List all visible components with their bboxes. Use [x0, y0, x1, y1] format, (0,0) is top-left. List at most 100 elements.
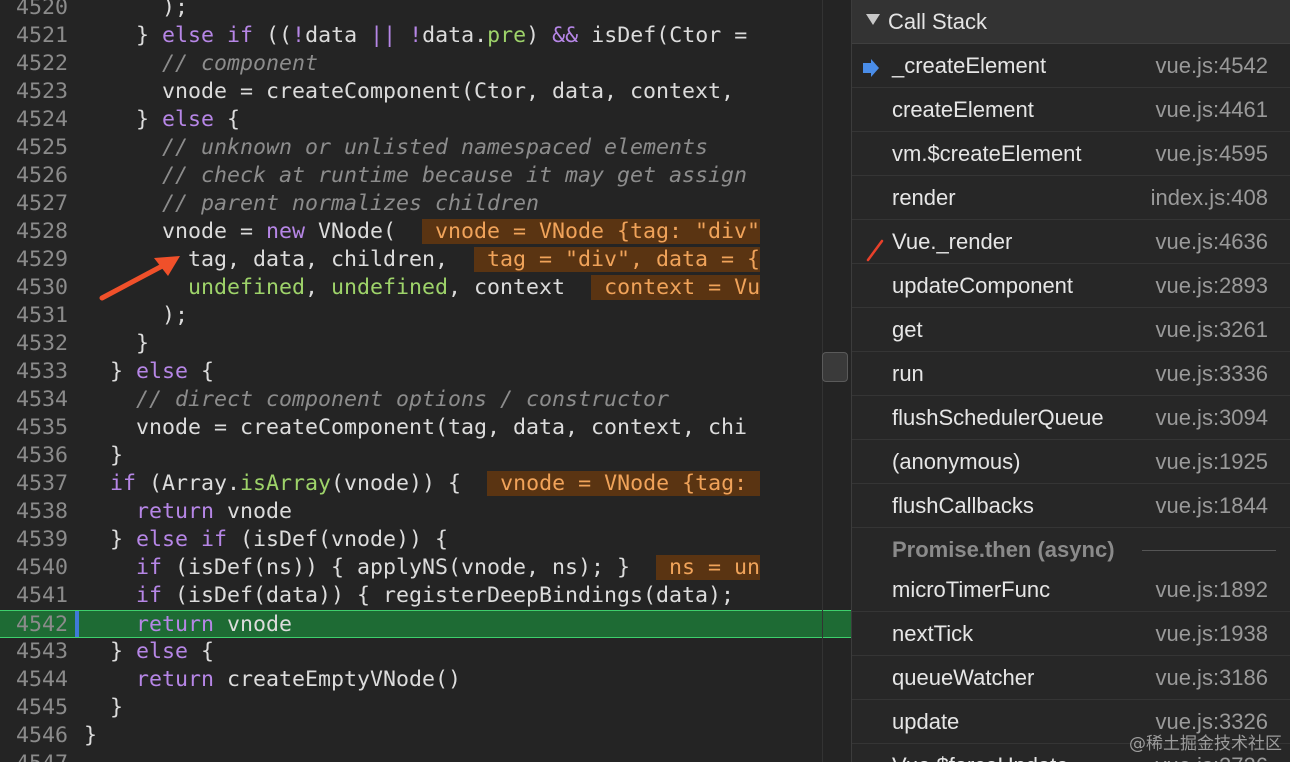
code-line[interactable]: 4523 vnode = createComponent(Ctor, data,…: [0, 78, 851, 106]
frame-location-link[interactable]: vue.js:3261: [1155, 317, 1268, 343]
line-number[interactable]: 4541: [0, 582, 68, 610]
code-line[interactable]: 4547: [0, 750, 851, 762]
line-number[interactable]: 4527: [0, 190, 68, 218]
line-number[interactable]: 4535: [0, 414, 68, 442]
line-number[interactable]: 4526: [0, 162, 68, 190]
frame-location-link[interactable]: vue.js:2893: [1155, 273, 1268, 299]
call-frame[interactable]: vm.$createElement vue.js:4595: [852, 132, 1290, 176]
code-line[interactable]: 4541 if (isDef(data)) { registerDeepBind…: [0, 582, 851, 610]
code-line[interactable]: 4526 // check at runtime because it may …: [0, 162, 851, 190]
code-line[interactable]: 4537 if (Array.isArray(vnode)) { vnode =…: [0, 470, 851, 498]
line-number[interactable]: 4533: [0, 358, 68, 386]
line-number[interactable]: 4530: [0, 274, 68, 302]
code-line[interactable]: 4531 );: [0, 302, 851, 330]
code-token: }: [84, 331, 150, 356]
call-stack-header[interactable]: Call Stack: [852, 0, 1290, 44]
line-number[interactable]: 4536: [0, 442, 68, 470]
line-number[interactable]: 4543: [0, 638, 68, 666]
line-number[interactable]: 4532: [0, 330, 68, 358]
inline-value[interactable]: tag = "div", data = {: [474, 247, 761, 272]
code-line[interactable]: 4522 // component: [0, 50, 851, 78]
code-line[interactable]: 4521 } else if ((!data || !data.pre) && …: [0, 22, 851, 50]
frame-location-link[interactable]: vue.js:4636: [1155, 229, 1268, 255]
frame-location-link[interactable]: index.js:408: [1151, 185, 1268, 211]
code-line[interactable]: 4543 } else {: [0, 638, 851, 666]
code-text: }: [84, 722, 97, 750]
call-frame[interactable]: createElement vue.js:4461: [852, 88, 1290, 132]
inline-value[interactable]: ns = un: [656, 555, 761, 580]
line-number[interactable]: 4522: [0, 50, 68, 78]
line-number[interactable]: 4540: [0, 554, 68, 582]
frame-location-link[interactable]: vue.js:3186: [1155, 665, 1268, 691]
call-frame[interactable]: updateComponent vue.js:2893: [852, 264, 1290, 308]
code-line[interactable]: 4527 // parent normalizes children: [0, 190, 851, 218]
line-number[interactable]: 4547: [0, 750, 68, 762]
code-line[interactable]: 4520 );: [0, 0, 851, 22]
line-number[interactable]: 4545: [0, 694, 68, 722]
line-number[interactable]: 4528: [0, 218, 68, 246]
call-frame-current[interactable]: _createElement vue.js:4542: [852, 44, 1290, 88]
line-number[interactable]: 4521: [0, 22, 68, 50]
code-line[interactable]: 4544 return createEmptyVNode(): [0, 666, 851, 694]
call-frame[interactable]: get vue.js:3261: [852, 308, 1290, 352]
code-editor[interactable]: 4520 ); 4521 } else if ((!data || !data.p…: [0, 0, 851, 762]
line-number[interactable]: 4520: [0, 0, 68, 22]
code-line[interactable]: 4534 // direct component options / const…: [0, 386, 851, 414]
line-number[interactable]: 4538: [0, 498, 68, 526]
line-number[interactable]: 4529: [0, 246, 68, 274]
frame-location-link[interactable]: vue.js:2726: [1155, 753, 1268, 762]
code-line-current[interactable]: 4542 return vnode: [0, 610, 851, 638]
frame-location-link[interactable]: vue.js:4461: [1155, 97, 1268, 123]
code-line[interactable]: 4524 } else {: [0, 106, 851, 134]
inline-value[interactable]: vnode = VNode {tag: "div": [422, 219, 761, 244]
line-number[interactable]: 4534: [0, 386, 68, 414]
editor-scrollbar-thumb[interactable]: [822, 352, 848, 382]
line-number[interactable]: 4523: [0, 78, 68, 106]
frame-function-name: _createElement: [892, 53, 1047, 78]
line-number[interactable]: 4524: [0, 106, 68, 134]
call-frame[interactable]: flushCallbacks vue.js:1844: [852, 484, 1290, 528]
call-frame[interactable]: Vue._render vue.js:4636: [852, 220, 1290, 264]
code-token: );: [84, 303, 189, 328]
call-frame[interactable]: (anonymous) vue.js:1925: [852, 440, 1290, 484]
line-number[interactable]: 4531: [0, 302, 68, 330]
frame-location-link[interactable]: vue.js:3336: [1155, 361, 1268, 387]
frame-location-link[interactable]: vue.js:4595: [1155, 141, 1268, 167]
code-token: }: [84, 359, 137, 384]
code-line[interactable]: 4528 vnode = new VNode( vnode = VNode {t…: [0, 218, 851, 246]
frame-location-link[interactable]: vue.js:1938: [1155, 621, 1268, 647]
line-number[interactable]: 4525: [0, 134, 68, 162]
code-token: }: [84, 107, 163, 132]
inline-value[interactable]: vnode = VNode {tag:: [487, 471, 761, 496]
call-frame-async[interactable]: nextTick vue.js:1938: [852, 612, 1290, 656]
code-line[interactable]: 4532 }: [0, 330, 851, 358]
code-token: isArray: [240, 471, 332, 496]
frame-location-link[interactable]: vue.js:3094: [1155, 405, 1268, 431]
code-line[interactable]: 4536 }: [0, 442, 851, 470]
call-frame[interactable]: flushSchedulerQueue vue.js:3094: [852, 396, 1290, 440]
code-line[interactable]: 4535 vnode = createComponent(tag, data, …: [0, 414, 851, 442]
code-line[interactable]: 4546}: [0, 722, 851, 750]
call-frame-async[interactable]: microTimerFunc vue.js:1892: [852, 568, 1290, 612]
code-token: }: [84, 23, 163, 48]
line-number[interactable]: 4546: [0, 722, 68, 750]
frame-location-link[interactable]: vue.js:1892: [1155, 577, 1268, 603]
line-number[interactable]: 4539: [0, 526, 68, 554]
code-line[interactable]: 4539 } else if (isDef(vnode)) {: [0, 526, 851, 554]
frame-location-link[interactable]: vue.js:4542: [1155, 53, 1268, 79]
call-frame-async[interactable]: queueWatcher vue.js:3186: [852, 656, 1290, 700]
frame-location-link[interactable]: vue.js:1925: [1155, 449, 1268, 475]
line-number[interactable]: 4544: [0, 666, 68, 694]
code-line[interactable]: 4540 if (isDef(ns)) { applyNS(vnode, ns)…: [0, 554, 851, 582]
code-line[interactable]: 4525 // unknown or unlisted namespaced e…: [0, 134, 851, 162]
line-number[interactable]: 4542: [0, 611, 68, 639]
code-line[interactable]: 4545 }: [0, 694, 851, 722]
call-frame[interactable]: run vue.js:3336: [852, 352, 1290, 396]
inline-value[interactable]: context = Vu: [591, 275, 761, 300]
code-line[interactable]: 4533 } else {: [0, 358, 851, 386]
code-token: // check at runtime because it may get a…: [84, 163, 748, 188]
line-number[interactable]: 4537: [0, 470, 68, 498]
code-line[interactable]: 4538 return vnode: [0, 498, 851, 526]
frame-location-link[interactable]: vue.js:1844: [1155, 493, 1268, 519]
call-frame[interactable]: render index.js:408: [852, 176, 1290, 220]
